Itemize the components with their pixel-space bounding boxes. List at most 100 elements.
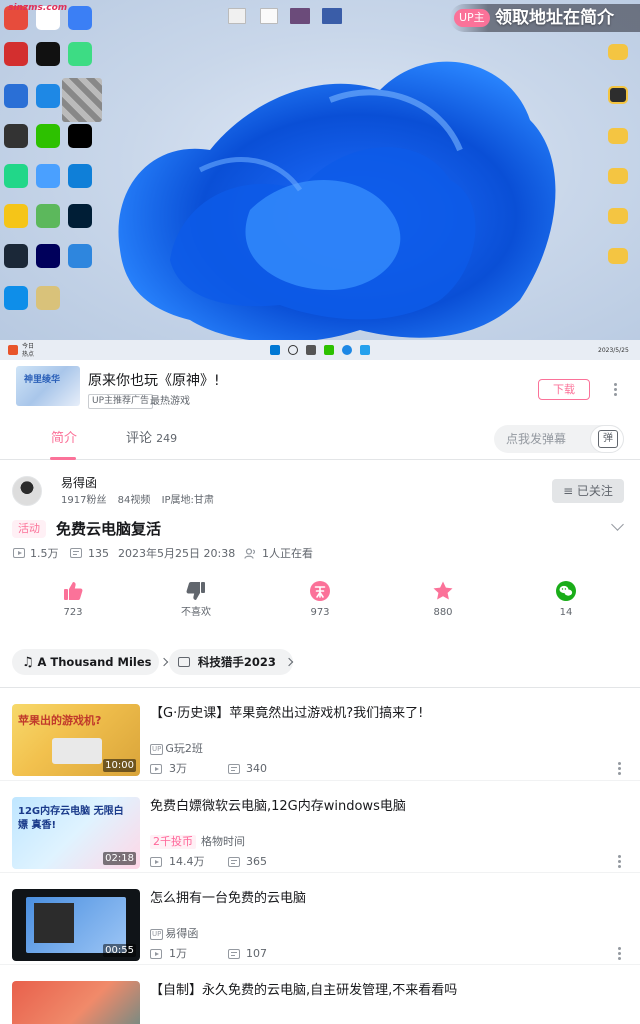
avatar[interactable] [12, 476, 42, 506]
share-wechat-button[interactable]: 14 [536, 580, 596, 620]
folder-icon[interactable] [608, 208, 628, 224]
folder-icon[interactable] [608, 168, 628, 184]
folder-icon[interactable] [608, 44, 628, 60]
up-banner-text: 领取地址在简介 [495, 8, 614, 28]
app-icon[interactable] [4, 84, 28, 108]
app-icon[interactable] [68, 42, 92, 66]
video-duration: 02:18 [103, 852, 136, 865]
like-button[interactable]: 723 [43, 580, 103, 620]
app-icon[interactable] [324, 345, 334, 355]
app-icon[interactable] [4, 164, 28, 188]
coin-count: 973 [310, 607, 330, 618]
app-icon[interactable] [68, 244, 92, 268]
tv-icon [178, 657, 190, 667]
folder-icon[interactable] [608, 86, 628, 104]
tab-intro[interactable]: 简介 [51, 430, 77, 448]
ad-badge: UP主推荐广告 [88, 394, 154, 409]
more-options-icon[interactable] [618, 855, 622, 870]
download-button[interactable]: 下载 [538, 379, 590, 400]
app-icon[interactable] [36, 124, 60, 148]
app-icon[interactable] [4, 244, 28, 268]
folder-icon[interactable] [608, 248, 628, 264]
danmaku-count: 107 [246, 947, 267, 960]
dislike-label: 不喜欢 [181, 607, 211, 618]
activity-tag[interactable]: 活动 [12, 520, 46, 538]
file-icon[interactable] [260, 8, 278, 24]
tab-comments[interactable]: 评论 249 [126, 430, 177, 448]
video-player[interactable]: sinzms.com UP主 领取地址在简介 今日 热点 2023/5/25 [0, 0, 640, 360]
list-item[interactable]: 12G内存云电脑 无限白嫖 真香! 02:18 免费白嫖微软云电脑,12G内存w… [0, 780, 640, 872]
video-title: 怎么拥有一台免费的云电脑 [150, 891, 307, 906]
app-icon[interactable] [36, 164, 60, 188]
danmaku-count: 135 [88, 547, 109, 560]
app-icon[interactable] [4, 204, 28, 228]
video-thumbnail[interactable]: 苹果出的游戏机? 10:00 [12, 704, 140, 776]
file-icon[interactable] [290, 8, 310, 24]
app-icon[interactable] [68, 6, 92, 30]
thumbnail-text: 12G内存云电脑 无限白嫖 真香! [18, 806, 124, 831]
coin-button[interactable]: 973 [290, 580, 350, 620]
video-thumbnail[interactable]: 12G内存云电脑 无限白嫖 真香! 02:18 [12, 797, 140, 869]
app-icon[interactable] [360, 345, 370, 355]
play-count: 1万 [169, 947, 187, 960]
list-item[interactable]: 苹果出的游戏机? 10:00 【G·历史课】苹果竟然出过游戏机?我们搞来了! U… [0, 688, 640, 780]
taskbar-date: 2023/5/25 [598, 347, 629, 354]
list-item[interactable]: 00:55 怎么拥有一台免费的云电脑 UP 易得函 1万 107 [0, 872, 640, 964]
file-icon[interactable] [322, 8, 342, 24]
video-thumbnail[interactable] [12, 981, 140, 1024]
task-view-icon[interactable] [306, 345, 316, 355]
file-icon[interactable] [228, 8, 246, 24]
dislike-button[interactable]: 不喜欢 [166, 580, 226, 620]
app-icon[interactable] [36, 84, 60, 108]
app-icon[interactable] [36, 42, 60, 66]
more-options-icon[interactable] [618, 947, 622, 962]
thumbnail-text: 苹果出的游戏机? [18, 714, 102, 727]
owner-name: 格物时间 [201, 835, 245, 848]
folder-icon[interactable] [608, 128, 628, 144]
search-icon[interactable] [288, 345, 298, 355]
uploader-stats: 1917粉丝 84视频 IP属地:甘肃 [61, 494, 222, 508]
owner-name: 易得函 [165, 927, 199, 940]
topic-chip[interactable]: 科技猎手2023 [169, 649, 293, 675]
up-announcement-banner[interactable]: UP主 领取地址在简介 [450, 4, 640, 32]
up-tag: UP主 [454, 9, 490, 27]
more-options-icon[interactable] [618, 762, 622, 777]
app-icon[interactable] [36, 244, 60, 268]
like-count: 723 [63, 607, 83, 618]
danmaku-input[interactable]: 点我发弹幕 弹 [494, 425, 624, 453]
app-icon[interactable] [4, 286, 28, 310]
app-icon[interactable] [68, 124, 92, 148]
list-item[interactable]: 【自制】永久免费的云电脑,自主研发管理,不来看看吗 [0, 964, 640, 1024]
app-icon[interactable] [4, 42, 28, 66]
chevron-down-icon[interactable] [611, 518, 624, 531]
danmaku-toggle-button[interactable]: 弹 [590, 425, 624, 453]
favorite-button[interactable]: 880 [413, 580, 473, 620]
video-thumbnail[interactable]: 00:55 [12, 889, 140, 961]
danmaku-count-icon [70, 548, 82, 558]
weather-icon[interactable] [8, 345, 18, 355]
up-badge-icon: UP [150, 929, 164, 940]
play-count-icon [13, 548, 25, 558]
app-icon[interactable] [68, 204, 92, 228]
fans-count: 1917粉丝 [61, 495, 107, 506]
edge-icon[interactable] [342, 345, 352, 355]
play-count: 14.4万 [169, 855, 205, 868]
bgm-chip[interactable]: ♫ A Thousand Miles [12, 649, 169, 675]
chevron-right-icon [284, 657, 293, 667]
app-icon[interactable] [36, 204, 60, 228]
app-icon[interactable] [4, 124, 28, 148]
start-icon[interactable] [270, 345, 280, 355]
more-options-icon[interactable] [614, 383, 618, 398]
play-count: 1.5万 [30, 547, 59, 560]
app-icon[interactable] [68, 164, 92, 188]
share-count: 14 [559, 607, 573, 618]
video-duration: 10:00 [103, 759, 136, 772]
followed-button[interactable]: ≡ 已关注 [552, 479, 624, 503]
uploader-name[interactable]: 易得函 [61, 475, 97, 491]
app-icon[interactable] [36, 286, 60, 310]
ad-thumbnail[interactable]: 神里绫华 [16, 366, 80, 406]
ad-title[interactable]: 原来你也玩《原神》! [88, 370, 220, 390]
ad-card[interactable]: 神里绫华 原来你也玩《原神》! UP主推荐广告 最热游戏 下载 [0, 360, 640, 416]
danmaku-count: 365 [246, 855, 267, 868]
coin-tag: 2千投币 [150, 835, 196, 849]
